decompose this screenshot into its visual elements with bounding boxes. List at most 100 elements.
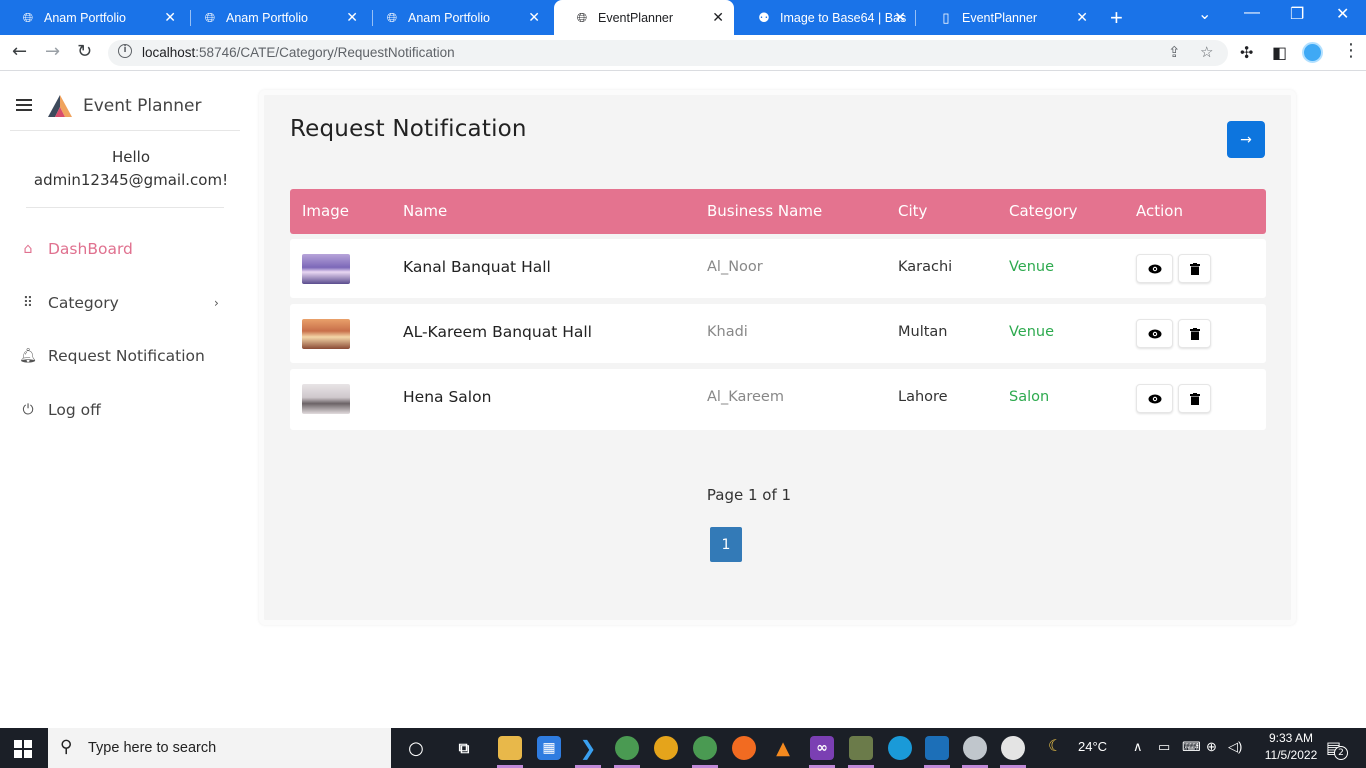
extensions-puzzle-icon[interactable]: ✣ [1240,43,1253,62]
close-icon[interactable]: ✕ [712,9,724,26]
close-icon[interactable]: ✕ [894,9,906,26]
minimize-button[interactable]: — [1244,4,1260,22]
document-icon: ▯ [942,9,950,25]
sidebar-item-dashboard[interactable]: ⌂ DashBoard [0,234,240,264]
close-icon[interactable]: ✕ [346,9,358,26]
restore-button[interactable]: ❐ [1290,4,1304,24]
user-email: admin12345@gmail.com! [33,171,229,189]
weather-temperature[interactable]: 24°C [1078,739,1107,754]
tab-title: Anam Portfolio [408,10,490,25]
browser-tab-strip: 🌐︎ Anam Portfolio ✕ 🌐︎ Anam Portfolio ✕ … [0,0,1366,35]
pagination-info: Page 1 of 1 [706,486,792,504]
bookmark-star-icon[interactable]: ☆ [1200,43,1213,61]
sidebar: Event Planner Hello admin12345@gmail.com… [0,71,250,728]
file-explorer-icon[interactable] [498,736,522,760]
cell-name: Kanal Banquat Hall [403,258,551,276]
browser-menu-icon[interactable]: ⋮ [1342,40,1360,61]
cell-name: Hena Salon [403,388,492,406]
cell-business-name: Khadi [707,324,748,340]
browser-tab[interactable]: 🌐︎ Anam Portfolio ✕ [182,0,368,35]
cortana-icon[interactable]: ○ [404,736,428,760]
new-tab-button[interactable]: + [1110,5,1123,31]
browser-tab[interactable]: 🌐︎ Anam Portfolio ✕ [0,0,186,35]
windows-start-icon[interactable] [14,740,32,758]
taskbar-search-input[interactable]: ⚲ Type here to search [48,728,391,768]
profile-avatar[interactable] [1302,42,1323,63]
sidebar-item-request-notification[interactable]: 🔔︎ Request Notification [0,341,240,371]
task-view-icon[interactable]: ⧉ [452,736,476,760]
system-clock[interactable]: 9:33 AM 11/5/2022 [1256,730,1326,764]
network-globe-icon[interactable]: ⊕ [1206,739,1217,755]
share-icon[interactable]: ⇪ [1168,43,1181,61]
vscode-icon[interactable]: ❯ [576,736,600,760]
address-bar[interactable]: i localhost:58746/CATE/Category/RequestN… [108,40,1228,66]
view-button[interactable] [1136,254,1173,283]
side-panel-icon[interactable]: ◧ [1272,43,1287,62]
tools-icon[interactable] [849,736,873,760]
cell-city: Karachi [898,259,953,275]
table-header: Image Name Business Name City Category A… [290,189,1266,234]
delete-button[interactable] [1178,384,1211,413]
browser-tab[interactable]: ⚉ Image to Base64 | Bas ✕ [736,0,916,35]
base64-site-icon: ⚉ [758,9,770,25]
microsoft-store-icon[interactable]: ▦ [537,736,561,760]
browser-tab[interactable]: ▯ EventPlanner ✕ [918,0,1098,35]
delete-button[interactable] [1178,254,1211,283]
chrome-profile-icon[interactable] [615,736,639,760]
site-info-icon[interactable]: i [118,44,132,58]
volume-icon[interactable]: ◁) [1228,739,1242,755]
column-header: Image [302,202,349,220]
chevron-right-icon: › [214,296,219,310]
chrome-profile-icon[interactable] [693,736,717,760]
snipping-tool-icon[interactable] [1001,736,1025,760]
weather-moon-icon[interactable]: ☾ [1048,736,1062,756]
chevron-up-icon[interactable]: ∧ [1133,739,1143,755]
column-header: City [898,202,928,220]
vlc-icon[interactable]: ▲ [771,736,795,760]
meet-now-icon[interactable]: ▭ [1158,739,1170,755]
forward-icon[interactable]: → [45,41,60,62]
url-text[interactable]: localhost:58746/CATE/Category/RequestNot… [142,45,455,60]
close-icon[interactable]: ✕ [528,9,540,26]
venue-thumbnail [302,254,350,284]
cell-category: Venue [1009,324,1055,340]
input-method-icon[interactable]: ⌨ [1182,739,1201,755]
reload-icon[interactable]: ↻ [77,41,92,62]
hamburger-menu-icon[interactable] [16,99,32,111]
globe-icon: 🌐︎ [22,9,34,25]
browser-tab[interactable]: 🌐︎ Anam Portfolio ✕ [364,0,550,35]
column-header: Name [403,202,448,220]
close-icon[interactable]: ✕ [1076,9,1088,26]
close-icon[interactable]: ✕ [164,9,176,26]
tab-title: EventPlanner [962,10,1038,25]
go-forward-button[interactable]: → [1227,121,1265,158]
cell-name: AL-Kareem Banquat Hall [403,323,592,341]
postman-icon[interactable] [732,736,756,760]
table-row: AL-Kareem Banquat Hall Khadi Multan Venu… [290,304,1266,363]
event-planner-logo-icon [48,95,72,117]
tab-search-icon[interactable]: ⌄ [1198,4,1211,24]
photos-icon[interactable] [925,736,949,760]
delete-button[interactable] [1178,319,1211,348]
visual-studio-icon[interactable]: ∞ [810,736,834,760]
close-window-button[interactable]: ✕ [1336,4,1349,24]
page-title: Request Notification [290,116,527,142]
back-icon[interactable]: ← [12,41,27,62]
home-icon: ⌂ [23,241,33,257]
cell-category: Salon [1009,389,1050,405]
sidebar-item-category[interactable]: ⠿ Category › [0,288,240,318]
search-icon: ⚲ [60,737,73,757]
view-button[interactable] [1136,319,1173,348]
view-button[interactable] [1136,384,1173,413]
page-button-current[interactable]: 1 [710,527,742,562]
edge-icon[interactable] [888,736,912,760]
chrome-icon[interactable] [654,736,678,760]
browser-tab-active[interactable]: 🌐︎ EventPlanner ✕ [554,0,734,35]
tab-title: Anam Portfolio [226,10,308,25]
windows-taskbar: ⚲ Type here to search ○ ⧉ ▦ ❯ ▲ ∞ ☾ 24°C… [0,728,1366,768]
sidebar-item-log-off[interactable]: ⏻ Log off [0,395,240,425]
tab-title: Anam Portfolio [44,10,126,25]
clock-time: 9:33 AM [1268,731,1314,745]
paint-icon[interactable] [963,736,987,760]
clock-date: 11/5/2022 [1264,748,1318,762]
